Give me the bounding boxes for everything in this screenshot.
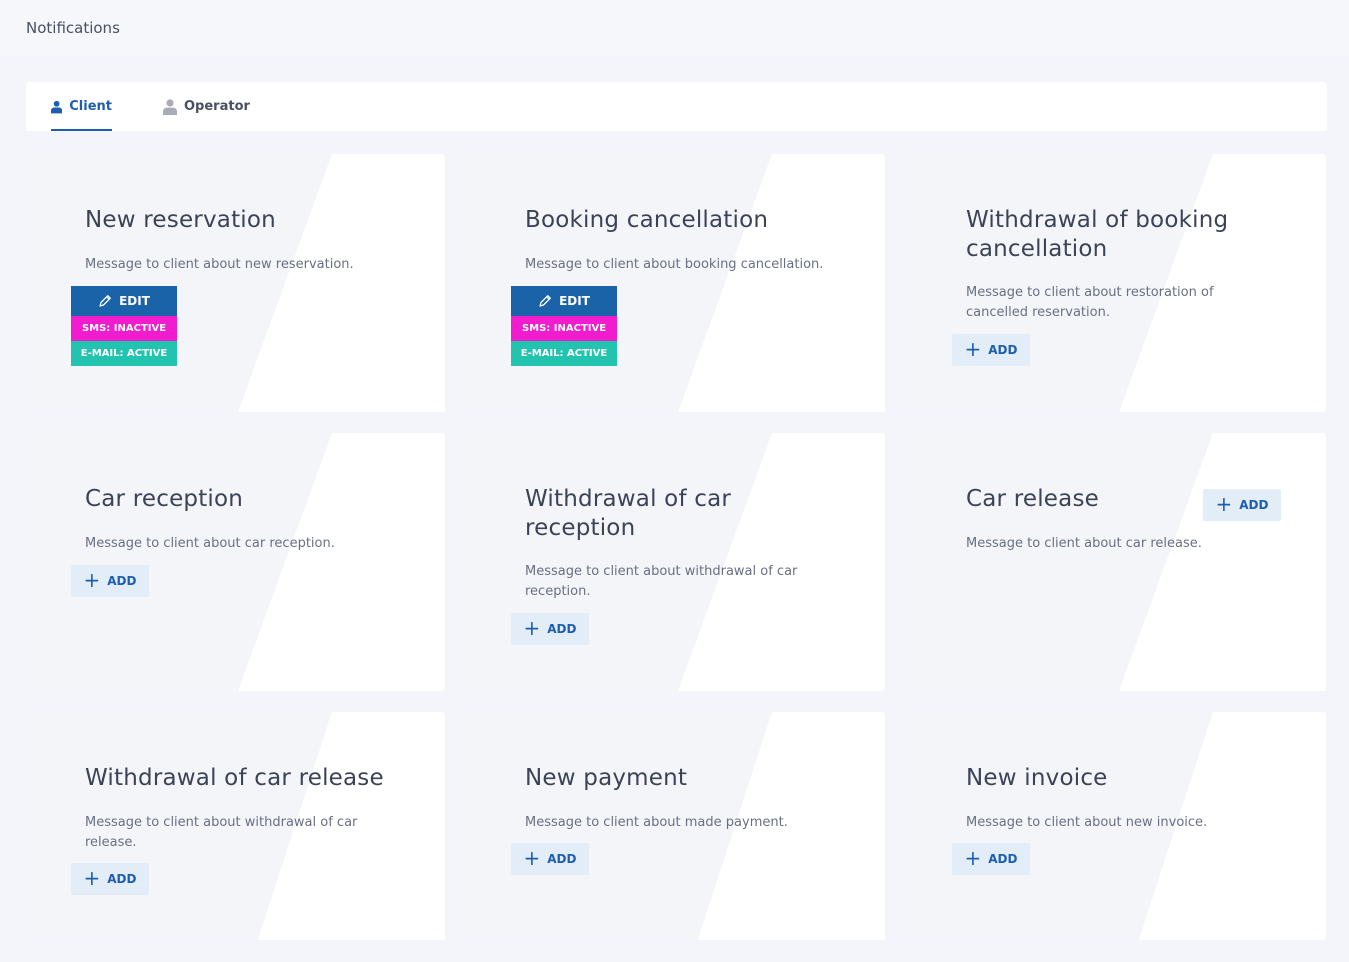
email-status-badge[interactable]: E-MAIL: ACTIVE bbox=[71, 341, 177, 366]
card-description: Message to client about withdrawal of ca… bbox=[85, 815, 358, 850]
card-description: Message to client about new invoice. bbox=[966, 815, 1208, 830]
notification-card-booking-cancellation: Booking cancellation Message to client a… bbox=[466, 154, 885, 412]
notification-card-withdrawal-booking-cancellation: Withdrawal of booking cancellation Messa… bbox=[907, 154, 1326, 412]
notification-card-new-invoice: New invoice Message to client about new … bbox=[907, 712, 1326, 940]
notification-card-new-payment: New payment Message to client about made… bbox=[466, 712, 885, 940]
tab-bar: Client Operator bbox=[26, 82, 1327, 131]
notification-card-car-release: Car release Message to client about car … bbox=[907, 433, 1326, 691]
card-description: Message to client about withdrawal of ca… bbox=[525, 564, 798, 599]
status-stack: EDIT SMS: INACTIVE E-MAIL: ACTIVE bbox=[71, 286, 177, 366]
person-icon bbox=[51, 100, 63, 113]
add-button[interactable]: + ADD bbox=[952, 334, 1030, 366]
card-title: Withdrawal of booking cancellation bbox=[966, 207, 1229, 262]
tab-client[interactable]: Client bbox=[51, 82, 112, 131]
tab-operator[interactable]: Operator bbox=[163, 82, 251, 131]
card-title: Withdrawal of car release bbox=[85, 765, 384, 791]
card-background bbox=[678, 154, 885, 412]
add-label: ADD bbox=[547, 622, 577, 636]
card-title: Car reception bbox=[85, 486, 244, 512]
add-label: ADD bbox=[107, 872, 137, 886]
plus-icon: + bbox=[1215, 492, 1233, 516]
tab-operator-label: Operator bbox=[184, 99, 250, 114]
pencil-icon bbox=[539, 295, 552, 307]
card-description: Message to client about car reception. bbox=[85, 536, 335, 551]
plus-icon: + bbox=[523, 846, 541, 870]
plus-icon: + bbox=[964, 846, 982, 870]
add-label: ADD bbox=[988, 343, 1018, 357]
add-label: ADD bbox=[988, 852, 1018, 866]
card-background bbox=[1119, 433, 1326, 691]
card-background bbox=[238, 154, 445, 412]
card-description: Message to client about restoration of c… bbox=[966, 285, 1214, 320]
notification-card-new-reservation: New reservation Message to client about … bbox=[26, 154, 445, 412]
page-title: Notifications bbox=[26, 19, 120, 37]
sms-status-badge[interactable]: SMS: INACTIVE bbox=[511, 316, 617, 341]
card-title: New reservation bbox=[85, 207, 276, 233]
card-title: Withdrawal of car reception bbox=[525, 486, 732, 541]
notification-card-car-reception: Car reception Message to client about ca… bbox=[26, 433, 445, 691]
edit-button[interactable]: EDIT bbox=[511, 286, 617, 316]
plus-icon: + bbox=[83, 568, 101, 592]
add-button[interactable]: + ADD bbox=[511, 843, 589, 875]
plus-icon: + bbox=[83, 866, 101, 890]
card-description: Message to client about made payment. bbox=[525, 815, 788, 830]
add-button[interactable]: + ADD bbox=[71, 863, 149, 895]
pencil-icon bbox=[99, 295, 112, 307]
notification-card-withdrawal-car-reception: Withdrawal of car reception Message to c… bbox=[466, 433, 885, 691]
add-label: ADD bbox=[547, 852, 577, 866]
notification-card-withdrawal-car-release: Withdrawal of car release Message to cli… bbox=[26, 712, 445, 940]
add-label: ADD bbox=[1239, 498, 1269, 512]
card-description: Message to client about new reservation. bbox=[85, 257, 354, 272]
add-button[interactable]: + ADD bbox=[1203, 489, 1281, 521]
edit-label: EDIT bbox=[119, 294, 150, 308]
edit-label: EDIT bbox=[559, 294, 590, 308]
card-background bbox=[238, 433, 445, 691]
card-description: Message to client about booking cancella… bbox=[525, 257, 824, 272]
status-stack: EDIT SMS: INACTIVE E-MAIL: ACTIVE bbox=[511, 286, 617, 366]
card-title: Car release bbox=[966, 486, 1099, 512]
plus-icon: + bbox=[523, 616, 541, 640]
edit-button[interactable]: EDIT bbox=[71, 286, 177, 316]
add-button[interactable]: + ADD bbox=[71, 565, 149, 597]
add-label: ADD bbox=[107, 574, 137, 588]
add-button[interactable]: + ADD bbox=[952, 843, 1030, 875]
card-description: Message to client about car release. bbox=[966, 536, 1202, 551]
sms-status-badge[interactable]: SMS: INACTIVE bbox=[71, 316, 177, 341]
header-bar: Notifications bbox=[0, 0, 1349, 56]
card-title: New invoice bbox=[966, 765, 1108, 791]
tab-client-label: Client bbox=[69, 99, 112, 114]
card-title: Booking cancellation bbox=[525, 207, 769, 233]
email-status-badge[interactable]: E-MAIL: ACTIVE bbox=[511, 341, 617, 366]
plus-icon: + bbox=[964, 337, 982, 361]
add-button[interactable]: + ADD bbox=[511, 613, 589, 645]
card-title: New payment bbox=[525, 765, 688, 791]
person-icon bbox=[163, 98, 177, 115]
